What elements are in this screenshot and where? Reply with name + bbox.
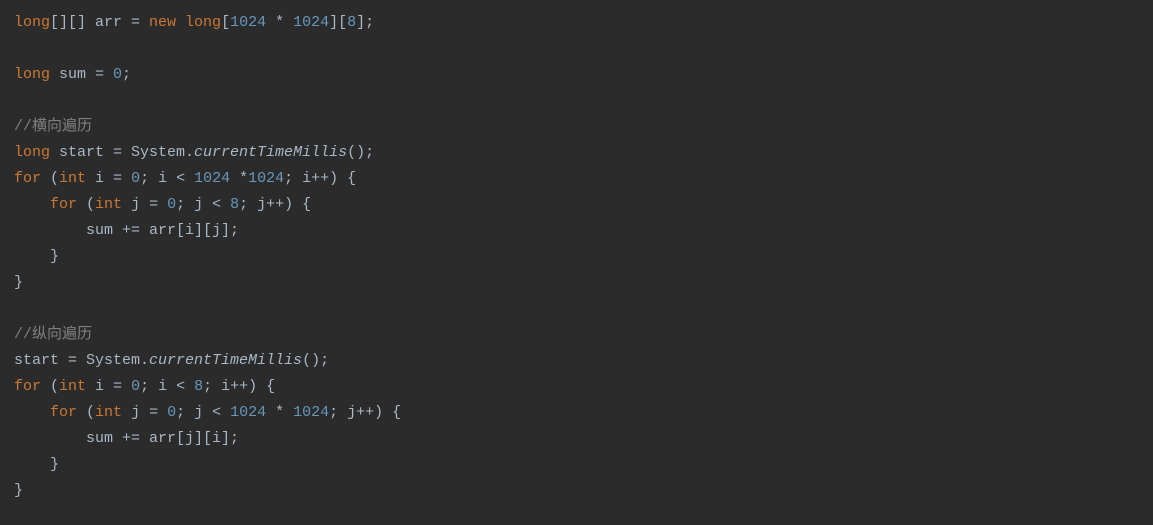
keyword: int	[59, 378, 86, 395]
code-line: for (int i = 0; i < 8; i++) {	[14, 378, 275, 395]
code-line: }	[14, 482, 23, 499]
number: 8	[230, 196, 239, 213]
punct: ;	[122, 66, 131, 83]
punct: (	[41, 170, 59, 187]
punct: ; j <	[176, 196, 230, 213]
keyword: new long	[149, 14, 221, 31]
number: 1024	[230, 14, 266, 31]
code-line: //横向遍历	[14, 118, 92, 135]
number: 1024	[293, 14, 329, 31]
punct: ; j++) {	[239, 196, 311, 213]
code-line: //纵向遍历	[14, 326, 92, 343]
keyword: for	[50, 404, 77, 421]
indent	[14, 404, 50, 421]
code-line: sum += arr[i][j];	[14, 222, 239, 239]
comment: //纵向遍历	[14, 326, 92, 343]
method-call: currentTimeMillis	[194, 144, 347, 161]
punct: (	[77, 196, 95, 213]
keyword: int	[95, 196, 122, 213]
code-line: }	[14, 274, 23, 291]
punct: ; j++) {	[329, 404, 401, 421]
code-line: start = System.currentTimeMillis();	[14, 352, 329, 369]
punct: ; i++) {	[203, 378, 275, 395]
number: 0	[131, 378, 140, 395]
keyword: long	[14, 144, 50, 161]
number: 1024	[293, 404, 329, 421]
keyword: for	[14, 170, 41, 187]
number: 1024	[230, 404, 266, 421]
code-line: sum += arr[j][i];	[14, 430, 239, 447]
number: 0	[131, 170, 140, 187]
identifier: j =	[122, 404, 167, 421]
number: 1024	[248, 170, 284, 187]
punct: ; i <	[140, 378, 194, 395]
punct: ; i <	[140, 170, 194, 187]
punct: ][	[329, 14, 347, 31]
identifier: i =	[86, 170, 131, 187]
code-line: long[][] arr = new long[1024 * 1024][8];	[14, 14, 374, 31]
punct: ];	[356, 14, 374, 31]
punct: ; j <	[176, 404, 230, 421]
identifier: j =	[122, 196, 167, 213]
number: 0	[167, 404, 176, 421]
code-line: }	[14, 248, 59, 265]
punct: *	[266, 404, 293, 421]
number: 8	[347, 14, 356, 31]
number: 1024	[194, 170, 230, 187]
code-block: long[][] arr = new long[1024 * 1024][8];…	[14, 10, 1139, 504]
punct: *	[230, 170, 248, 187]
number: 0	[167, 196, 176, 213]
punct: [	[221, 14, 230, 31]
punct: ; i++) {	[284, 170, 356, 187]
identifier: start = System.	[14, 352, 149, 369]
keyword: int	[95, 404, 122, 421]
keyword: for	[14, 378, 41, 395]
punct: (	[77, 404, 95, 421]
number: 8	[194, 378, 203, 395]
punct: *	[266, 14, 293, 31]
punct: [][]	[50, 14, 95, 31]
punct: ();	[347, 144, 374, 161]
identifier: sum =	[50, 66, 113, 83]
comment: //横向遍历	[14, 118, 92, 135]
identifier: arr =	[95, 14, 149, 31]
code-line: for (int j = 0; j < 1024 * 1024; j++) {	[14, 404, 401, 421]
indent	[14, 196, 50, 213]
punct: ();	[302, 352, 329, 369]
code-line: long sum = 0;	[14, 66, 131, 83]
code-line: for (int j = 0; j < 8; j++) {	[14, 196, 311, 213]
identifier: i =	[86, 378, 131, 395]
keyword: int	[59, 170, 86, 187]
code-line: for (int i = 0; i < 1024 *1024; i++) {	[14, 170, 356, 187]
keyword: long	[14, 66, 50, 83]
code-line: long start = System.currentTimeMillis();	[14, 144, 374, 161]
identifier: start = System.	[50, 144, 194, 161]
keyword: for	[50, 196, 77, 213]
keyword: long	[14, 14, 50, 31]
punct: (	[41, 378, 59, 395]
number: 0	[113, 66, 122, 83]
code-line: }	[14, 456, 59, 473]
method-call: currentTimeMillis	[149, 352, 302, 369]
